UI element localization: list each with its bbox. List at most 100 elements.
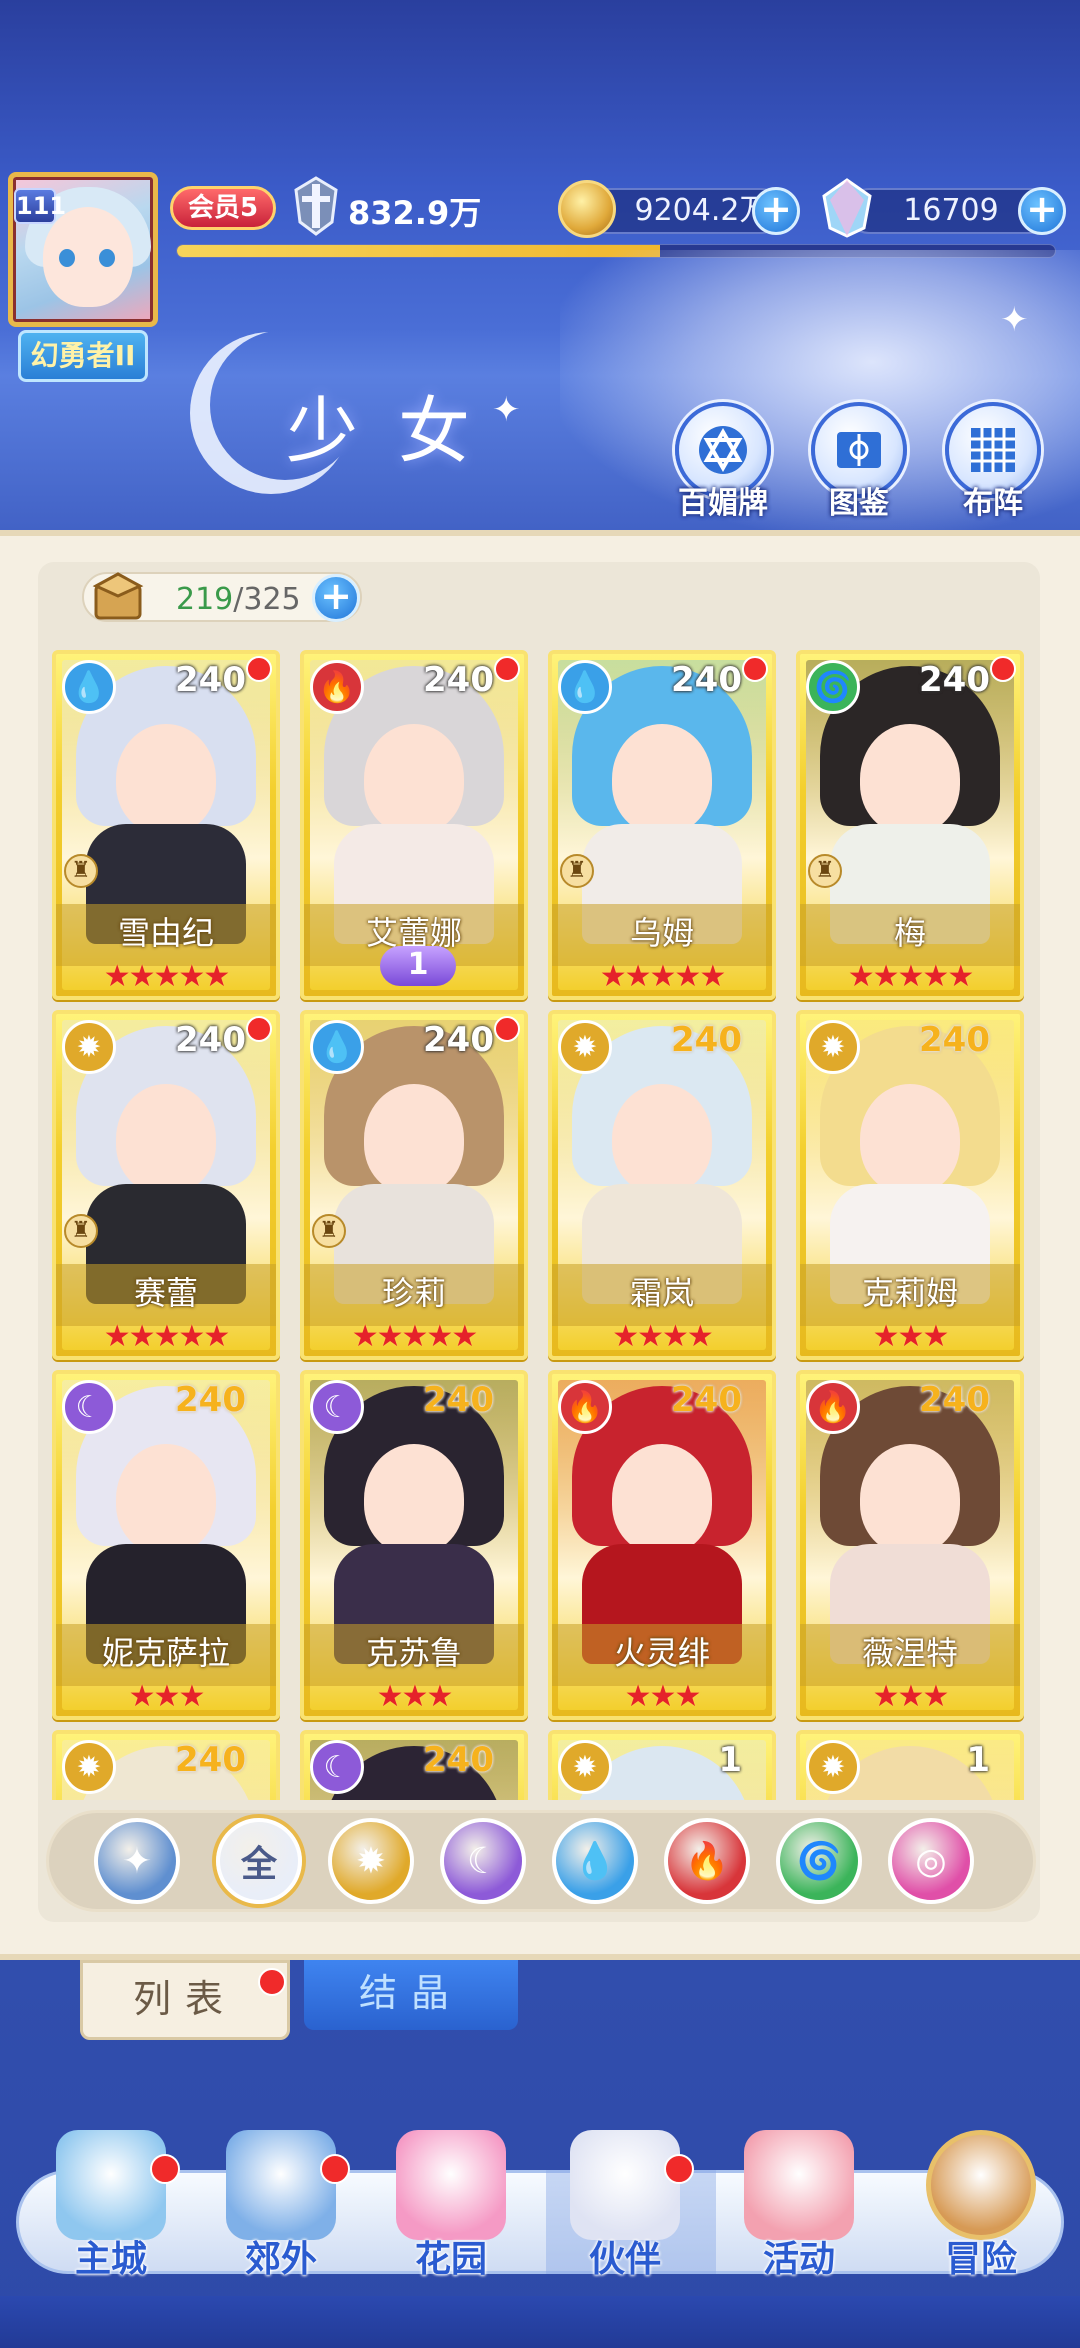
- notification-dot: [742, 656, 768, 682]
- partner-level: 240: [423, 1740, 494, 1780]
- partner-card[interactable]: ☾ 240: [300, 1730, 528, 1800]
- portrait-face: [364, 724, 464, 834]
- filter-dark-button[interactable]: ☾: [440, 1818, 526, 1904]
- header-button-gallery[interactable]: 图鉴: [804, 402, 914, 522]
- page-title: 少女: [286, 389, 511, 473]
- partner-card[interactable]: 💧 240 ♜ 珍莉 ★★★★★: [300, 1010, 528, 1360]
- filter-fire-button[interactable]: 🔥: [664, 1818, 750, 1904]
- partner-card[interactable]: 🔥 240 艾蕾娜 1: [300, 650, 528, 1000]
- player-title-tag[interactable]: 幻勇者II: [18, 330, 148, 382]
- star-rating: ★★★: [624, 1679, 702, 1714]
- tab-list[interactable]: 列表: [80, 1960, 290, 2040]
- dark-element-icon: ☾: [310, 1380, 364, 1434]
- partner-card[interactable]: 💧 240 ♜ 乌姆 ★★★★★: [548, 650, 776, 1000]
- partner-level: 240: [423, 660, 494, 700]
- notification-dot: [258, 1968, 286, 1996]
- nav-item-5[interactable]: 冒险: [906, 2130, 1056, 2280]
- partner-card[interactable]: ✹ 1: [796, 1730, 1024, 1800]
- nav-item-2[interactable]: 花园: [376, 2130, 526, 2280]
- partner-name: 珍莉: [381, 1274, 446, 1312]
- filter-light-button[interactable]: ✹: [328, 1818, 414, 1904]
- partner-level: 240: [919, 1020, 990, 1060]
- header-button-label: 图鉴: [829, 486, 889, 521]
- sparkle-icon: ✦: [1000, 300, 1029, 340]
- combat-power-value: 832.9万: [348, 194, 482, 232]
- player-level-badge: 111: [14, 188, 66, 224]
- notification-dot: [990, 656, 1016, 682]
- rook-rank-icon: ♜: [64, 854, 98, 888]
- filter-star-button[interactable]: ◎: [888, 1818, 974, 1904]
- star-rating: ★★★★★: [847, 959, 974, 994]
- add-crystal-button[interactable]: +: [1018, 187, 1066, 235]
- gift-icon: [744, 2130, 854, 2240]
- partner-card[interactable]: 💧 240 ♜ 雪由纪 ★★★★★: [52, 650, 280, 1000]
- expand-collection-button[interactable]: +: [312, 574, 360, 622]
- partner-card[interactable]: ✹ 240 ♜ 赛蕾 ★★★★★: [52, 1010, 280, 1360]
- nav-item-4[interactable]: 活动: [724, 2130, 874, 2280]
- light-element-icon: ✹: [62, 1020, 116, 1074]
- gold-coin-icon: [558, 180, 616, 238]
- partner-name: 梅: [893, 914, 926, 952]
- partner-level: 240: [919, 660, 990, 700]
- rook-rank-icon: ♜: [808, 854, 842, 888]
- star-rating: ★★★: [128, 1679, 206, 1714]
- light-element-icon: ✹: [558, 1740, 612, 1794]
- power-icon: [294, 176, 338, 236]
- partner-level: 1: [966, 1740, 990, 1780]
- partner-name: 火灵绯: [613, 1634, 710, 1672]
- partner-card[interactable]: ✹ 1: [548, 1730, 776, 1800]
- partner-card[interactable]: ☾ 240 妮克萨拉 ★★★: [52, 1370, 280, 1720]
- partner-level: 240: [175, 1020, 246, 1060]
- partner-card[interactable]: 🌀 240 ♜ 梅 ★★★★★: [796, 650, 1024, 1000]
- partner-name: 克苏鲁: [365, 1634, 462, 1672]
- filter-favorite-button[interactable]: ✦: [94, 1818, 180, 1904]
- nav-item-0[interactable]: 主城: [36, 2130, 186, 2280]
- filter-all-button[interactable]: 全: [216, 1818, 302, 1904]
- nav-label: 活动: [762, 2239, 835, 2280]
- vip-badge[interactable]: 会员5: [170, 186, 276, 230]
- rook-rank-icon: ♜: [64, 1214, 98, 1248]
- notification-dot: [494, 656, 520, 682]
- partner-name: 乌姆: [629, 914, 694, 952]
- header-button-cards[interactable]: 百媚牌: [668, 402, 778, 522]
- partner-card[interactable]: 🔥 240 薇涅特 ★★★: [796, 1370, 1024, 1720]
- partner-level: 240: [671, 1020, 742, 1060]
- portrait-face: [860, 724, 960, 834]
- partner-level: 240: [423, 1020, 494, 1060]
- star-rating: ★★★: [872, 1679, 950, 1714]
- partner-card[interactable]: ✹ 240 克莉姆 ★★★: [796, 1010, 1024, 1360]
- nav-label: 主城: [74, 2239, 147, 2280]
- water-element-icon: 💧: [310, 1020, 364, 1074]
- partner-card[interactable]: ☾ 240 克苏鲁 ★★★: [300, 1370, 528, 1720]
- nav-item-1[interactable]: 郊外: [206, 2130, 356, 2280]
- notification-dot: [150, 2154, 180, 2184]
- filter-water-button[interactable]: 💧: [552, 1818, 638, 1904]
- header-button-label: 百媚牌: [678, 486, 768, 521]
- add-gold-button[interactable]: +: [752, 187, 800, 235]
- tab-crystal[interactable]: 结晶: [304, 1960, 518, 2030]
- header-button-formation[interactable]: 布阵: [938, 402, 1048, 522]
- notification-dot: [246, 656, 272, 682]
- collection-count-text: 219/325: [176, 582, 301, 617]
- fire-element-icon: 🔥: [310, 660, 364, 714]
- crystal-icon: [822, 178, 872, 238]
- partner-card[interactable]: ✹ 240: [52, 1730, 280, 1800]
- package-icon: [92, 572, 144, 620]
- portrait-face: [364, 1084, 464, 1194]
- dark-element-icon: ☾: [310, 1740, 364, 1794]
- water-element-icon: 💧: [62, 660, 116, 714]
- filter-wind-button[interactable]: 🌀: [776, 1818, 862, 1904]
- partner-card[interactable]: ✹ 240 霜岚 ★★★★: [548, 1010, 776, 1360]
- portrait-face: [116, 724, 216, 834]
- gold-value: 9204.2万: [634, 193, 770, 228]
- nav-item-3[interactable]: 伙伴: [550, 2130, 700, 2280]
- light-element-icon: ✹: [806, 1020, 860, 1074]
- fire-element-icon: 🔥: [806, 1380, 860, 1434]
- partner-card[interactable]: 🔥 240 火灵绯 ★★★: [548, 1370, 776, 1720]
- nav-label: 伙伴: [588, 2239, 661, 2280]
- notification-dot: [246, 1016, 272, 1042]
- light-element-icon: ✹: [558, 1020, 612, 1074]
- star-rating: ★★★: [376, 1679, 454, 1714]
- rook-rank-icon: ♜: [560, 854, 594, 888]
- rook-rank-icon: ♜: [312, 1214, 346, 1248]
